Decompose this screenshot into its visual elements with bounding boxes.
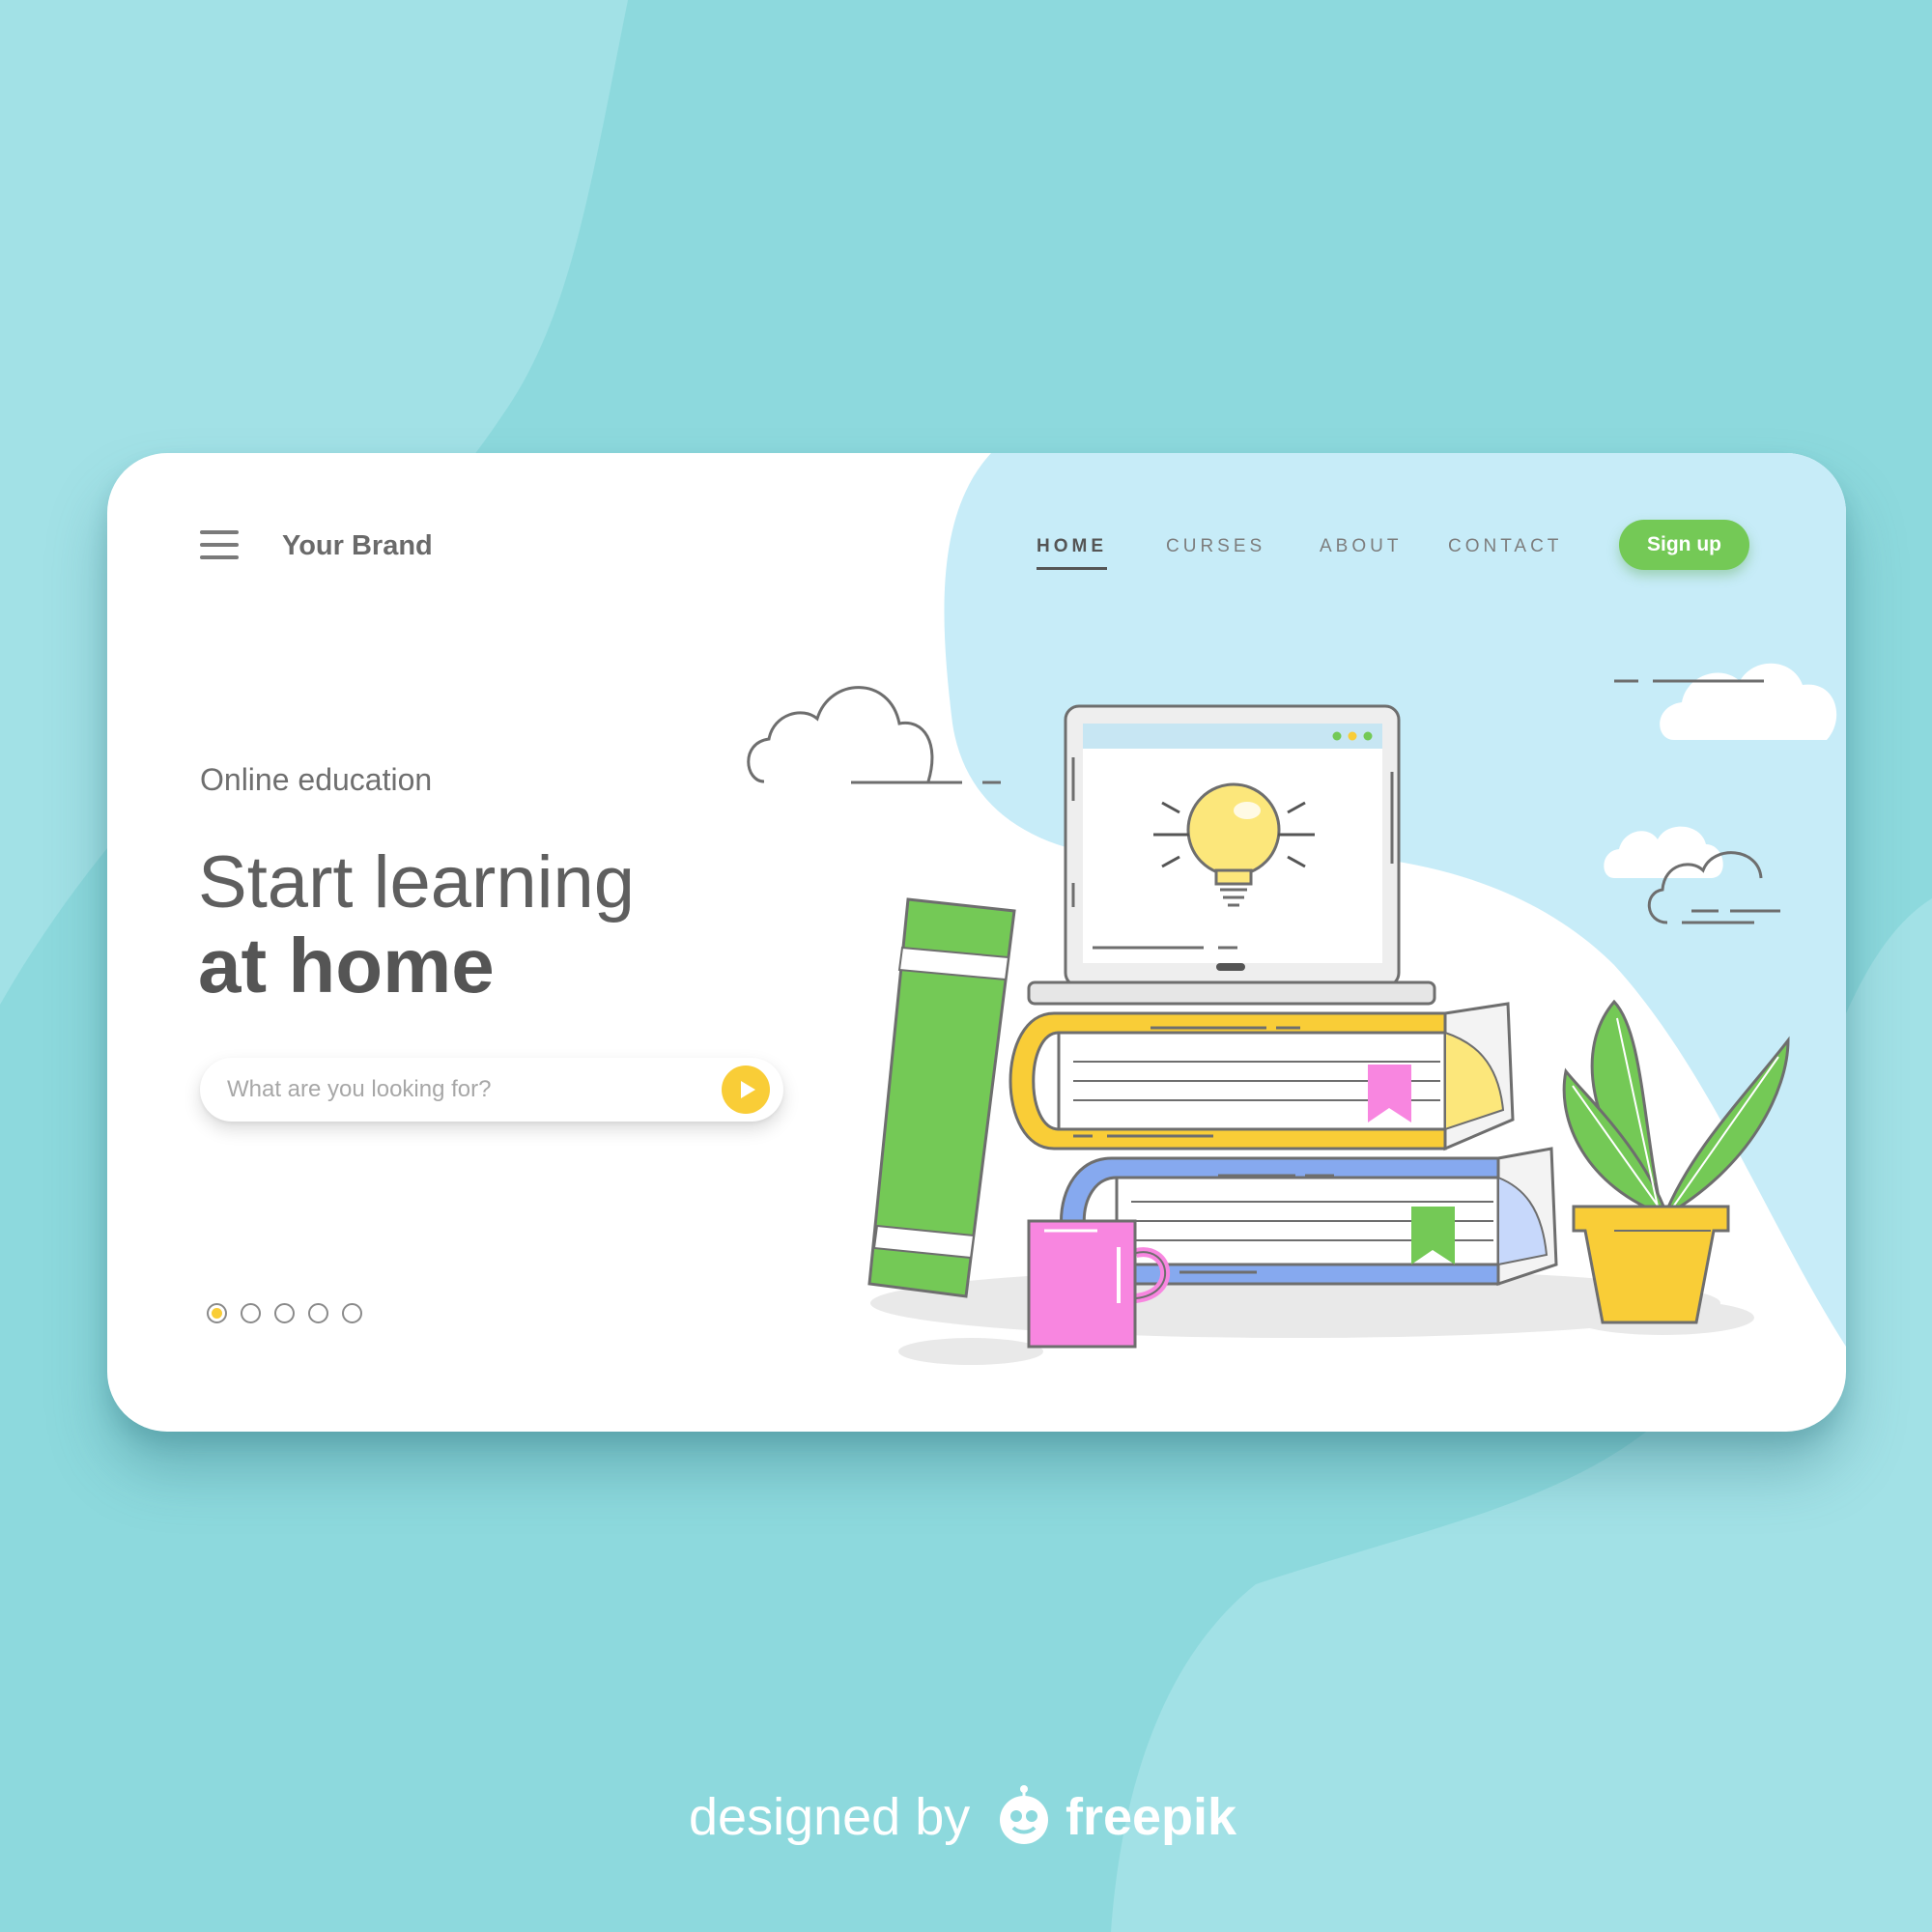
play-arrow-icon xyxy=(741,1081,755,1098)
brand-name[interactable]: Your Brand xyxy=(282,530,433,562)
pagination-dot-4[interactable] xyxy=(308,1303,328,1323)
pagination-dot-2[interactable] xyxy=(241,1303,261,1323)
landing-card: Your Brand HOME CURSES ABOUT CONTACT Sig… xyxy=(107,453,1846,1432)
pagination-dot-5[interactable] xyxy=(342,1303,362,1323)
search-bar xyxy=(200,1058,783,1122)
credit-prefix: designed by xyxy=(689,1788,971,1846)
menu-toggle-button[interactable] xyxy=(200,530,239,559)
book-yellow-icon xyxy=(1009,1002,1515,1151)
credit-brand[interactable]: freepik xyxy=(1065,1783,1236,1851)
signup-button[interactable]: Sign up xyxy=(1619,520,1749,570)
hero-title-bold: at home xyxy=(198,923,495,1009)
nav-curses[interactable]: CURSES xyxy=(1166,536,1265,557)
search-input[interactable] xyxy=(227,1058,681,1122)
book-green-icon xyxy=(867,897,1016,1298)
freepik-logo-icon xyxy=(1000,1785,1048,1844)
hero-eyebrow: Online education xyxy=(200,762,433,797)
search-submit-button[interactable] xyxy=(722,1065,770,1114)
hero-title: Start learning xyxy=(198,841,636,923)
pagination-dot-3[interactable] xyxy=(274,1303,295,1323)
pagination-dot-1[interactable] xyxy=(207,1303,227,1323)
hamburger-menu-icon xyxy=(200,530,239,534)
nav-contact[interactable]: CONTACT xyxy=(1448,536,1562,557)
nav-home[interactable]: HOME xyxy=(1037,536,1107,570)
nav-about[interactable]: ABOUT xyxy=(1320,536,1402,557)
